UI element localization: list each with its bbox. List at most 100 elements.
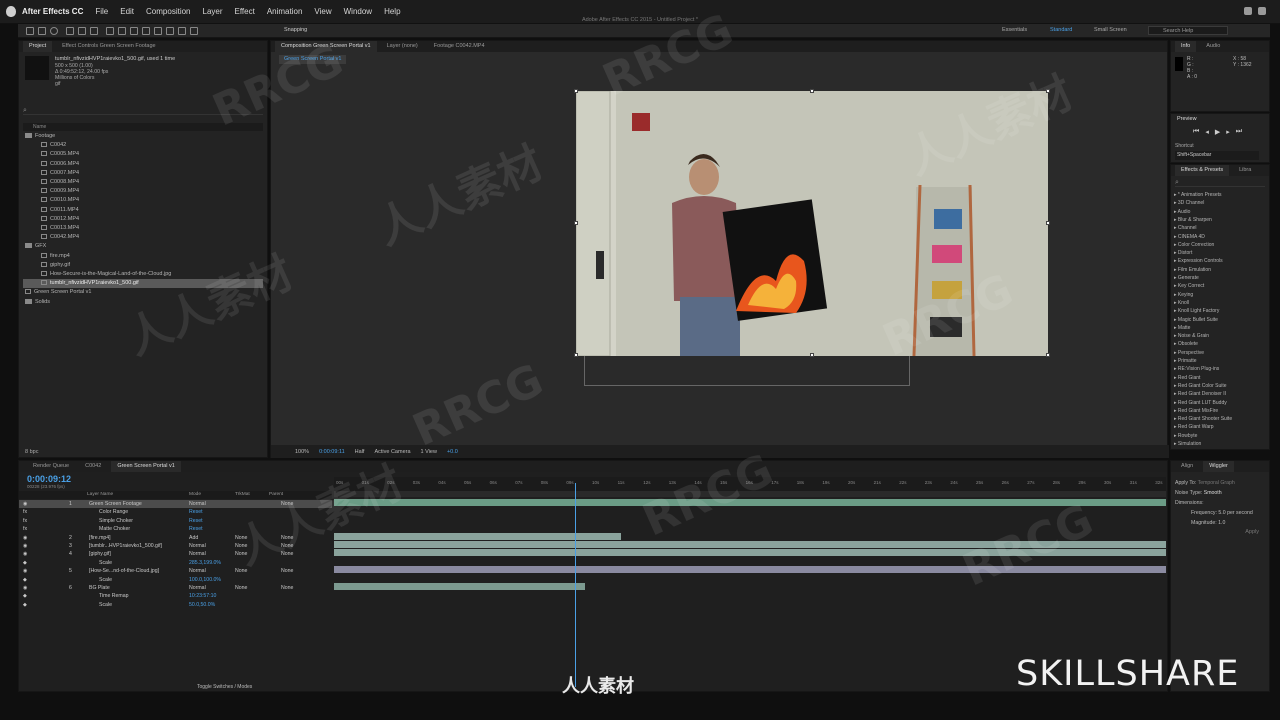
project-item[interactable]: C0009.MP4 [23, 187, 263, 196]
tab-render-queue[interactable]: Render Queue [23, 461, 75, 472]
layer-mode-dropdown[interactable]: Add [189, 534, 198, 542]
menu-composition[interactable]: Composition [146, 7, 190, 16]
layer-row[interactable]: 6 BG Plate Normal None None ◉ [19, 584, 332, 592]
layer-row[interactable]: 3 [tumblr...HVP1raievko1_500.gif] Normal No… [19, 542, 332, 550]
list-icon[interactable] [1258, 7, 1266, 15]
project-item[interactable]: giphy.gif [23, 261, 263, 270]
tab-composition[interactable]: Composition Green Screen Portal v1 [275, 41, 377, 52]
fx-icon[interactable]: ◆ [23, 601, 27, 609]
zoom-dropdown[interactable]: 100% [295, 449, 309, 455]
project-item[interactable]: C0010.MP4 [23, 196, 263, 205]
play-icon[interactable]: ▶ [1215, 128, 1220, 136]
tab-audio[interactable]: Audio [1200, 41, 1226, 52]
project-item[interactable]: How-Secure-is-the-Magical-Land-of-the-Cl… [23, 270, 263, 279]
layer-trkmat-dropdown[interactable]: None [235, 584, 247, 592]
property-row[interactable]: Simple Choker Reset fx [19, 517, 332, 525]
apply-to-dropdown[interactable]: Temporal Graph [1198, 480, 1235, 486]
workspace-essentials[interactable]: Essentials [1002, 27, 1027, 33]
column-parent[interactable]: Parent [269, 491, 283, 499]
effects-search[interactable]: ⌕ [1175, 179, 1265, 187]
property-row[interactable]: Matte Choker Reset fx [19, 525, 332, 533]
tab-footage[interactable]: Footage C0042.MP4 [428, 41, 491, 52]
project-item[interactable]: C0042 [23, 141, 263, 150]
menu-animation[interactable]: Animation [267, 7, 303, 16]
column-layer-name[interactable]: Layer Name [87, 491, 113, 499]
pan-behind-tool-icon[interactable] [90, 27, 98, 35]
property-value[interactable]: Reset [189, 525, 203, 533]
workspace-standard[interactable]: Standard [1050, 27, 1072, 33]
hand-tool-icon[interactable] [38, 27, 46, 35]
layer-parent-dropdown[interactable]: None [281, 567, 293, 575]
menu-window[interactable]: Window [344, 7, 372, 16]
layer-duration-bar[interactable] [334, 566, 1166, 574]
layer-mode-dropdown[interactable]: Normal [189, 500, 206, 508]
fx-icon[interactable]: ◆ [23, 592, 27, 600]
roto-brush-tool-icon[interactable] [178, 27, 186, 35]
menu-help[interactable]: Help [384, 7, 400, 16]
puppet-tool-icon[interactable] [190, 27, 198, 35]
project-item[interactable]: Green Screen Portal v1 [23, 288, 263, 297]
property-row[interactable]: Scale 285.3,199.0% ◆ [19, 559, 332, 567]
property-value[interactable]: 50.0,50.0% [189, 601, 215, 609]
project-item[interactable]: fire.mp4 [23, 252, 263, 261]
effects-category[interactable]: ▸ Simulation [1174, 440, 1201, 449]
camera-dropdown[interactable]: Active Camera [374, 449, 410, 455]
last-frame-icon[interactable]: ⏭ [1236, 128, 1242, 136]
layer-mode-dropdown[interactable]: Normal [189, 542, 206, 550]
layer-duration-bar[interactable] [334, 532, 621, 540]
zoom-tool-icon[interactable] [50, 27, 58, 35]
apply-button[interactable]: Apply [1245, 529, 1259, 535]
fx-icon[interactable]: ◆ [23, 576, 27, 584]
layer-row[interactable]: 4 [giphy.gif] Normal None None ◉ [19, 550, 332, 558]
layer-parent-dropdown[interactable]: None [281, 542, 293, 550]
views-dropdown[interactable]: 1 View [421, 449, 437, 455]
layer-mode-dropdown[interactable]: Normal [189, 567, 206, 575]
project-item[interactable]: Footage [23, 132, 263, 141]
layer-row[interactable]: 5 [How-Se...nd-of-the-Cloud.jpg] Normal Non… [19, 567, 332, 575]
frequency-field[interactable]: 5.0 [1218, 510, 1225, 516]
project-item[interactable]: C0008.MP4 [23, 178, 263, 187]
brush-tool-icon[interactable] [142, 27, 150, 35]
work-area[interactable] [334, 491, 1166, 497]
layer-duration-bar[interactable] [334, 499, 1166, 506]
property-row[interactable]: Color Range Reset fx [19, 508, 332, 516]
clone-stamp-tool-icon[interactable] [154, 27, 162, 35]
layer-mode-dropdown[interactable]: Normal [189, 584, 206, 592]
comp-frame[interactable] [576, 91, 1048, 356]
app-name[interactable]: After Effects CC [22, 7, 83, 16]
transform-handle[interactable] [1046, 89, 1050, 93]
menu-file[interactable]: File [95, 7, 108, 16]
project-item[interactable]: C0012.MP4 [23, 215, 263, 224]
project-item[interactable]: Solids [23, 298, 263, 307]
transform-handle[interactable] [574, 221, 578, 225]
layer-parent-dropdown[interactable]: None [281, 550, 293, 558]
layer-duration-bar[interactable] [334, 583, 585, 590]
visibility-eye-icon[interactable]: ◉ [23, 567, 28, 575]
eraser-tool-icon[interactable] [166, 27, 174, 35]
toggle-switches-modes[interactable]: Toggle Switches / Modes [197, 684, 252, 690]
transform-handle[interactable] [810, 89, 814, 93]
tab-align[interactable]: Align [1175, 461, 1199, 472]
layer-row[interactable]: 1 Green Screen Footage Normal None ◉ [19, 500, 332, 508]
resolution-dropdown[interactable]: Half [355, 449, 365, 455]
fx-icon[interactable]: fx [23, 508, 27, 516]
layer-parent-dropdown[interactable]: None [281, 534, 293, 542]
menu-layer[interactable]: Layer [203, 7, 223, 16]
layer-trkmat-dropdown[interactable]: None [235, 542, 247, 550]
menu-edit[interactable]: Edit [120, 7, 134, 16]
property-row[interactable]: Time Remap 10:23:57:10 ◆ [19, 592, 332, 600]
transform-handle[interactable] [1046, 221, 1050, 225]
fx-icon[interactable]: fx [23, 517, 27, 525]
exposure-value[interactable]: +0.0 [447, 449, 458, 455]
camera-tool-icon[interactable] [78, 27, 86, 35]
tab-c0042[interactable]: C0042 [79, 461, 107, 472]
transform-handle[interactable] [574, 89, 578, 93]
shortcut-dropdown[interactable]: Shift+Spacebar [1175, 151, 1259, 160]
project-item[interactable]: tumblr_nfivzidHVP1raievko1_500.gif [23, 279, 263, 289]
property-value[interactable]: 285.3,199.0% [189, 559, 221, 567]
project-item[interactable]: C0042.MP4 [23, 233, 263, 242]
project-item[interactable]: C0013.MP4 [23, 224, 263, 233]
layer-trkmat-dropdown[interactable]: None [235, 550, 247, 558]
layer-trkmat-dropdown[interactable]: None [235, 567, 247, 575]
project-item[interactable]: C0006.MP4 [23, 160, 263, 169]
